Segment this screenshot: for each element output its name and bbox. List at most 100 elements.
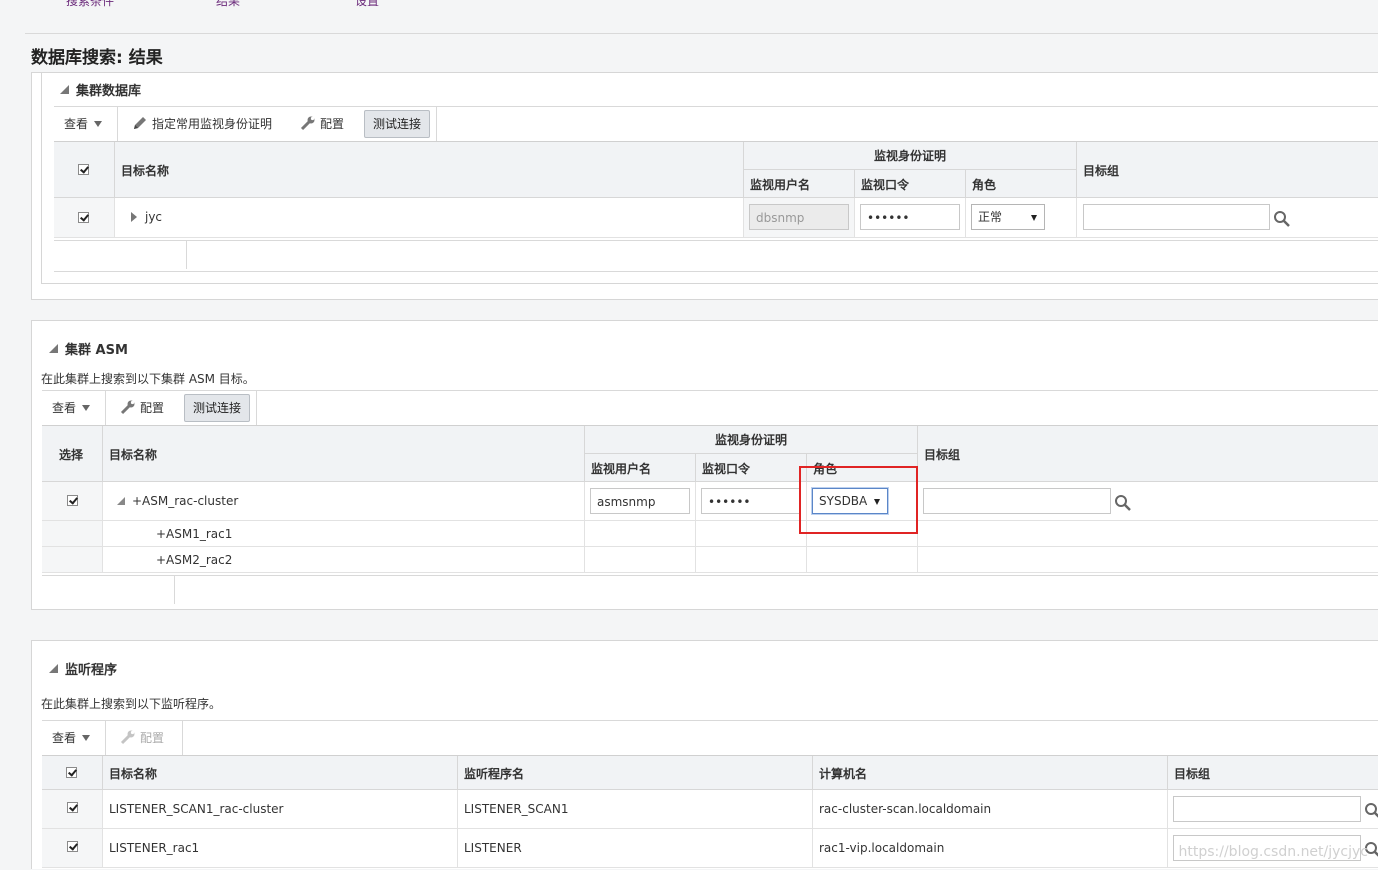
target-name: +ASM1_rac1 (156, 527, 233, 541)
dropdown-arrow-icon (1031, 215, 1037, 221)
select-all-checkbox[interactable] (78, 164, 89, 175)
row-select-cell (42, 521, 103, 547)
collapse-icon[interactable] (60, 85, 69, 94)
row-select-cell (42, 790, 103, 829)
config-button[interactable]: 配置 (120, 721, 164, 755)
collapse-icon[interactable] (49, 664, 58, 673)
search-icon[interactable] (1273, 210, 1291, 228)
monitor-password-field[interactable]: •••••• (860, 204, 960, 230)
highlight-box (799, 466, 918, 534)
expand-icon[interactable] (131, 212, 137, 222)
header-host-name: 计算机名 (813, 756, 1168, 790)
table-row: LISTENER_rac1 (103, 829, 458, 868)
listener-cell: LISTENER_SCAN1 (458, 790, 813, 829)
row-checkbox[interactable] (67, 841, 78, 852)
view-menu[interactable]: 查看 (52, 721, 91, 755)
target-group-field[interactable] (1083, 204, 1270, 230)
header-monitor-password: 监视口令 (696, 454, 807, 482)
table-footer (54, 240, 1378, 272)
row-checkbox[interactable] (78, 212, 89, 223)
password-cell: •••••• (855, 198, 966, 238)
view-label: 查看 (64, 117, 89, 131)
watermark: https://blog.csdn.net/jycjyc (1178, 844, 1369, 860)
row-checkbox[interactable] (67, 495, 78, 506)
cluster-asm-panel: 集群 ASM 在此集群上搜索到以下集群 ASM 目标。 查看 配置 测试连接 选… (31, 320, 1378, 610)
target-name: jyc (145, 210, 163, 224)
listeners-toolbar: 查看 配置 (42, 720, 1378, 756)
toolbar-separator (436, 107, 437, 141)
chevron-down-icon (82, 405, 91, 411)
cluster-db-panel: 集群数据库 查看 指定常用监视身份证明 配置 测试连接 目标名称 监视身份证明 … (31, 72, 1378, 300)
target-group-field[interactable] (1173, 796, 1361, 822)
header-target-name: 目标名称 (115, 142, 744, 198)
header-label: 计算机名 (819, 767, 868, 781)
config-label: 配置 (140, 731, 165, 745)
section-description: 在此集群上搜索到以下监听程序。 (41, 697, 222, 711)
host-name: rac1-vip.localdomain (819, 841, 945, 855)
page-title: 数据库搜索: 结果 (31, 48, 163, 68)
view-menu[interactable]: 查看 (64, 107, 103, 141)
search-icon[interactable] (1114, 494, 1132, 512)
target-group-field[interactable] (923, 488, 1111, 514)
header-label: 目标名称 (109, 448, 158, 462)
header-listener-name: 监听程序名 (458, 756, 813, 790)
header-target-group: 目标组 (1077, 142, 1378, 198)
test-connection-button[interactable]: 测试连接 (364, 110, 431, 138)
assign-credentials-label: 指定常用监视身份证明 (152, 117, 273, 131)
tab-search-criteria[interactable]: 搜索条件 (66, 0, 114, 9)
header-monitor-user: 监视用户名 (744, 170, 855, 198)
cluster-db-table: 目标名称 监视身份证明 监视用户名 监视口令 角色 目标组 jyc dbsnmp… (54, 141, 1378, 239)
select-all-header (42, 756, 103, 790)
listener-name: LISTENER_SCAN1 (464, 802, 569, 816)
header-label: 监视口令 (702, 462, 751, 476)
listeners-panel: 监听程序 在此集群上搜索到以下监听程序。 查看 配置 目标名称 监听程序名 计算… (31, 640, 1378, 869)
assign-credentials-button[interactable]: 指定常用监视身份证明 (132, 107, 272, 141)
header-label: 监视口令 (861, 178, 910, 192)
divider (25, 33, 1378, 34)
header-monitor-password: 监视口令 (855, 170, 966, 198)
collapse-icon[interactable] (117, 497, 125, 505)
collapse-icon[interactable] (49, 344, 58, 353)
header-target-name: 目标名称 (103, 756, 458, 790)
role-cell (807, 547, 918, 573)
group-cell (918, 482, 1378, 521)
table-row: LISTENER_SCAN1_rac-cluster (103, 790, 458, 829)
header-select: 选择 (42, 426, 103, 482)
group-cell (1077, 198, 1378, 238)
view-menu[interactable]: 查看 (52, 391, 91, 425)
cluster-db-inner: 集群数据库 查看 指定常用监视身份证明 配置 测试连接 目标名称 监视身份证明 … (41, 73, 1378, 284)
tab-settings[interactable]: 设置 (355, 0, 379, 9)
listeners-header[interactable]: 监听程序 (49, 659, 117, 678)
row-checkbox[interactable] (67, 802, 78, 813)
view-label: 查看 (52, 401, 77, 415)
cluster-db-header[interactable]: 集群数据库 (60, 80, 141, 99)
config-button[interactable]: 配置 (300, 107, 344, 141)
table-row: +ASM1_rac1 (103, 521, 585, 547)
monitor-password-field[interactable]: •••••• (701, 488, 801, 514)
select-all-checkbox[interactable] (66, 767, 77, 778)
header-monitor-user: 监视用户名 (585, 454, 696, 482)
test-connection-button[interactable]: 测试连接 (184, 394, 251, 422)
config-button[interactable]: 配置 (120, 391, 164, 425)
section-title: 监听程序 (65, 663, 118, 678)
tab-results[interactable]: 结果 (216, 0, 240, 9)
host-name: rac-cluster-scan.localdomain (819, 802, 992, 816)
row-select-cell (42, 547, 103, 573)
user-cell: dbsnmp (744, 198, 855, 238)
header-label: 监视用户名 (750, 178, 811, 192)
search-icon[interactable] (1364, 802, 1378, 820)
listener-cell: LISTENER (458, 829, 813, 868)
header-target-name: 目标名称 (103, 426, 585, 482)
monitor-user-field[interactable]: asmsnmp (590, 488, 690, 514)
cluster-asm-header[interactable]: 集群 ASM (49, 339, 128, 358)
table-row: jyc (115, 198, 744, 238)
header-label: 目标组 (924, 448, 961, 462)
cluster-db-toolbar: 查看 指定常用监视身份证明 配置 测试连接 (54, 106, 1378, 142)
wrench-icon (120, 400, 135, 415)
row-select-cell (54, 198, 115, 238)
role-select[interactable]: 正常 (971, 204, 1045, 230)
header-label: 目标组 (1083, 164, 1120, 178)
header-label: 目标组 (1174, 767, 1211, 781)
target-name: LISTENER_rac1 (109, 841, 200, 855)
table-footer (42, 575, 1378, 606)
